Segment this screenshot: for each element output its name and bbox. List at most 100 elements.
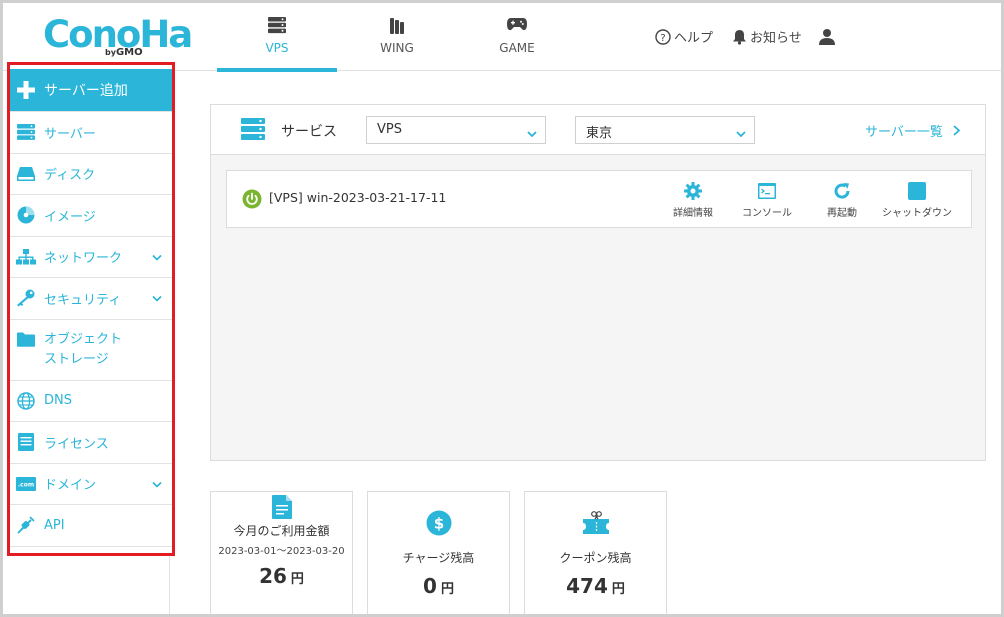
folder-icon bbox=[16, 330, 36, 350]
wing-icon bbox=[387, 16, 407, 40]
details-label: 詳細情報 bbox=[673, 208, 713, 219]
sidebar-item-security[interactable]: セキュリティ bbox=[10, 278, 172, 320]
api-plug-icon bbox=[16, 515, 36, 535]
svg-text:?: ? bbox=[660, 33, 665, 44]
details-button[interactable]: 詳細情報 bbox=[651, 181, 735, 219]
console-button[interactable]: コンソール bbox=[725, 181, 809, 219]
server-icon bbox=[267, 16, 287, 38]
network-icon bbox=[16, 247, 36, 267]
monthly-usage-value: 26 bbox=[259, 564, 287, 588]
sidebar-nav: サーバー追加 サーバー ディスク イメージ ネットワーク セキュリティ オブジェ… bbox=[7, 62, 175, 556]
globe-icon bbox=[16, 391, 36, 411]
sidebar-item-license[interactable]: ライセンス bbox=[10, 422, 172, 464]
svg-text:.com: .com bbox=[18, 481, 34, 488]
account-menu[interactable] bbox=[818, 28, 839, 45]
monthly-usage-card[interactable]: 今月のご利用金額 2023-03-01～2023-03-20 26 円 bbox=[210, 491, 353, 614]
restart-icon bbox=[800, 181, 884, 201]
server-row[interactable]: [VPS] win-2023-03-21-17-11 詳細情報 コンソール 再起… bbox=[226, 170, 972, 228]
tab-game[interactable]: GAME bbox=[457, 3, 577, 71]
currency-unit: 円 bbox=[611, 582, 625, 597]
service-select[interactable]: VPS bbox=[366, 116, 546, 144]
tab-vps[interactable]: VPS bbox=[217, 3, 337, 72]
server-icon bbox=[16, 122, 36, 142]
charge-balance-card[interactable]: $ チャージ残高 0円 bbox=[367, 491, 510, 614]
app-frame: ConoHa byGMO VPS WING GAME ? ヘルプ お知らせ サー… bbox=[0, 0, 1004, 617]
sidebar-divider bbox=[169, 556, 170, 614]
sidebar-item-label: ライセンス bbox=[44, 436, 109, 452]
sidebar-item-label: セキュリティ bbox=[44, 292, 122, 308]
tab-game-label: GAME bbox=[499, 41, 535, 55]
service-toolbar: サービス VPS 東京 サーバー一覧 bbox=[211, 105, 985, 155]
gear-icon bbox=[651, 181, 735, 201]
key-icon bbox=[16, 288, 36, 308]
bell-icon bbox=[733, 29, 746, 45]
charge-balance-title: チャージ残高 bbox=[402, 551, 475, 565]
power-status-icon bbox=[242, 189, 262, 213]
label-line-1: オブジェクト bbox=[44, 331, 123, 347]
sidebar-item-server[interactable]: サーバー bbox=[10, 112, 172, 154]
chevron-down-icon bbox=[152, 476, 162, 491]
sidebar-item-label: DNS bbox=[44, 393, 72, 409]
tab-wing[interactable]: WING bbox=[337, 3, 457, 71]
license-icon bbox=[16, 432, 36, 452]
currency-unit: 円 bbox=[440, 582, 454, 597]
coupon-ticket-icon bbox=[525, 509, 666, 537]
server-list-label: サーバー一覧 bbox=[865, 125, 943, 140]
coupon-balance-amount: 474 円 bbox=[525, 574, 666, 598]
coupon-balance-title: クーポン残高 bbox=[559, 551, 632, 565]
notice-label: お知らせ bbox=[750, 31, 802, 46]
tab-vps-label: VPS bbox=[265, 41, 289, 55]
active-tab-indicator bbox=[217, 68, 337, 72]
sidebar-item-disk[interactable]: ディスク bbox=[10, 154, 172, 195]
invoice-icon bbox=[211, 493, 352, 521]
chevron-down-icon bbox=[152, 249, 162, 264]
console-icon bbox=[725, 181, 809, 201]
tab-wing-label: WING bbox=[380, 41, 414, 55]
sidebar-item-label: ディスク bbox=[44, 168, 96, 184]
region-select[interactable]: 東京 bbox=[575, 116, 755, 144]
coupon-balance-value: 474 bbox=[566, 574, 608, 598]
sidebar-item-label: サーバー bbox=[44, 126, 96, 142]
domain-icon: .com bbox=[16, 474, 36, 494]
notice-link[interactable]: お知らせ bbox=[732, 27, 802, 46]
restart-button[interactable]: 再起動 bbox=[800, 181, 884, 219]
charge-balance-value: 0 bbox=[423, 574, 437, 598]
coupon-balance-card[interactable]: クーポン残高 474 円 bbox=[524, 491, 667, 614]
chevron-right-icon bbox=[953, 125, 960, 136]
server-list-link[interactable]: サーバー一覧 bbox=[865, 121, 960, 140]
chevron-down-icon bbox=[527, 126, 537, 141]
region-select-value: 東京 bbox=[586, 126, 613, 141]
service-panel: サービス VPS 東京 サーバー一覧 [VPS] win-2023-03-21-… bbox=[210, 104, 986, 461]
sidebar-item-dns[interactable]: DNS bbox=[10, 381, 172, 422]
service-select-value: VPS bbox=[377, 122, 402, 137]
monthly-usage-period: 2023-03-01～2023-03-20 bbox=[218, 546, 345, 557]
sidebar-item-api[interactable]: API bbox=[10, 505, 172, 547]
sidebar-item-domain[interactable]: .com ドメイン bbox=[10, 464, 172, 505]
top-header: ConoHa byGMO VPS WING GAME ? ヘルプ お知らせ bbox=[3, 3, 1001, 72]
server-name: [VPS] win-2023-03-21-17-11 bbox=[269, 190, 447, 205]
sidebar-item-image[interactable]: イメージ bbox=[10, 195, 172, 237]
sidebar-item-label: ネットワーク bbox=[44, 251, 123, 267]
restart-label: 再起動 bbox=[827, 208, 857, 219]
conoha-logo[interactable]: ConoHa byGMO bbox=[43, 15, 193, 59]
help-link[interactable]: ? ヘルプ bbox=[655, 27, 713, 46]
help-label: ヘルプ bbox=[674, 31, 714, 46]
plus-icon bbox=[16, 80, 36, 100]
server-icon bbox=[241, 118, 265, 144]
charge-balance-amount: 0円 bbox=[368, 574, 509, 598]
sidebar-item-object-storage[interactable]: オブジェクト ストレージ bbox=[10, 320, 172, 381]
logo-by: by bbox=[105, 48, 116, 57]
sidebar-item-network[interactable]: ネットワーク bbox=[10, 237, 172, 278]
sidebar-item-add-server[interactable]: サーバー追加 bbox=[10, 69, 172, 112]
shutdown-label: シャットダウン bbox=[882, 208, 952, 219]
logo-brand: GMO bbox=[115, 47, 143, 58]
svg-text:$: $ bbox=[433, 515, 443, 533]
dollar-coin-icon: $ bbox=[368, 509, 509, 537]
shutdown-button[interactable]: シャットダウン bbox=[875, 181, 959, 219]
disk-icon bbox=[16, 164, 36, 184]
sidebar-item-label: イメージ bbox=[44, 209, 96, 225]
sidebar-item-label: ドメイン bbox=[44, 478, 97, 494]
user-icon bbox=[819, 29, 835, 45]
monthly-usage-title: 今月のご利用金額 bbox=[233, 524, 330, 538]
currency-unit: 円 bbox=[290, 572, 304, 587]
